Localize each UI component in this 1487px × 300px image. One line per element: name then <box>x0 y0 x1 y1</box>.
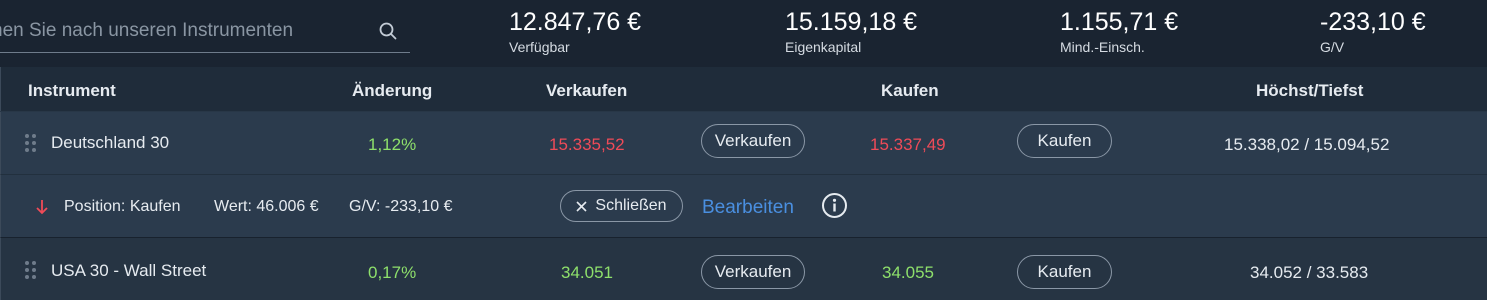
instrument-search[interactable]: hen Sie nach unseren Instrumenten <box>0 12 410 53</box>
stat-equity: 15.159,18 € Eigenkapital <box>785 8 917 55</box>
position-row: Position: Kaufen Wert: 46.006 € G/V: -23… <box>0 174 1487 238</box>
position-value: Wert: 46.006 € <box>214 198 319 215</box>
search-icon[interactable] <box>378 21 398 41</box>
high-low: 15.338,02 / 15.094,52 <box>1224 135 1390 154</box>
stat-profit-loss-value: -233,10 € <box>1320 8 1426 36</box>
account-summary-bar: hen Sie nach unseren Instrumenten 12.847… <box>0 0 1487 67</box>
edit-position-link[interactable]: Bearbeiten <box>702 197 794 219</box>
stat-margin-label: Mind.-Einsch. <box>1060 39 1145 55</box>
info-icon[interactable] <box>821 192 848 219</box>
change-percent: 1,12% <box>368 135 417 154</box>
stat-equity-label: Eigenkapital <box>785 39 862 55</box>
buy-price: 34.055 <box>882 263 934 282</box>
column-sell: Verkaufen <box>546 81 628 100</box>
close-position-button[interactable]: Schließen <box>560 190 683 222</box>
stat-profit-loss-label: G/V <box>1320 39 1345 55</box>
instruments-table: Instrument Änderung Verkaufen Kaufen Höc… <box>0 67 1487 300</box>
stat-available: 12.847,76 € Verfügbar <box>509 8 641 55</box>
column-change: Änderung <box>352 81 433 100</box>
stat-profit-loss: -233,10 € G/V <box>1320 8 1426 55</box>
table-row[interactable]: USA 30 - Wall Street 0,17% 34.051 Verkau… <box>0 238 1487 300</box>
drag-handle-icon[interactable] <box>25 261 37 279</box>
stat-available-label: Verfügbar <box>509 39 570 55</box>
change-percent: 0,17% <box>368 263 417 282</box>
instrument-name[interactable]: USA 30 - Wall Street <box>51 261 206 281</box>
column-buy: Kaufen <box>881 81 939 100</box>
position-profit-loss: G/V: -233,10 € <box>349 198 453 215</box>
column-high-low: Höchst/Tiefst <box>1256 81 1364 100</box>
high-low: 34.052 / 33.583 <box>1250 263 1369 282</box>
table-row[interactable]: Deutschland 30 1,12% 15.335,52 Verkaufen… <box>0 112 1487 174</box>
arrow-down-icon <box>36 200 48 215</box>
sell-button[interactable]: Verkaufen <box>701 124 805 158</box>
close-position-label: Schließen <box>595 197 667 214</box>
search-input[interactable]: hen Sie nach unseren Instrumenten <box>0 20 293 42</box>
sell-button[interactable]: Verkaufen <box>701 255 805 289</box>
buy-button[interactable]: Kaufen <box>1017 124 1112 158</box>
stat-margin: 1.155,71 € Mind.-Einsch. <box>1060 8 1178 55</box>
stat-equity-value: 15.159,18 € <box>785 8 918 36</box>
drag-handle-icon[interactable] <box>25 134 37 152</box>
buy-button[interactable]: Kaufen <box>1017 255 1112 289</box>
buy-price: 15.337,49 <box>870 135 946 154</box>
instrument-name[interactable]: Deutschland 30 <box>51 133 169 153</box>
sell-price: 34.051 <box>561 263 613 282</box>
table-header: Instrument Änderung Verkaufen Kaufen Höc… <box>0 67 1487 111</box>
sell-price: 15.335,52 <box>549 135 625 154</box>
stat-available-value: 12.847,76 € <box>509 8 642 36</box>
close-icon <box>576 200 587 212</box>
stat-margin-value: 1.155,71 € <box>1060 8 1179 36</box>
position-label: Position: Kaufen <box>64 198 181 215</box>
column-instrument: Instrument <box>28 81 116 100</box>
